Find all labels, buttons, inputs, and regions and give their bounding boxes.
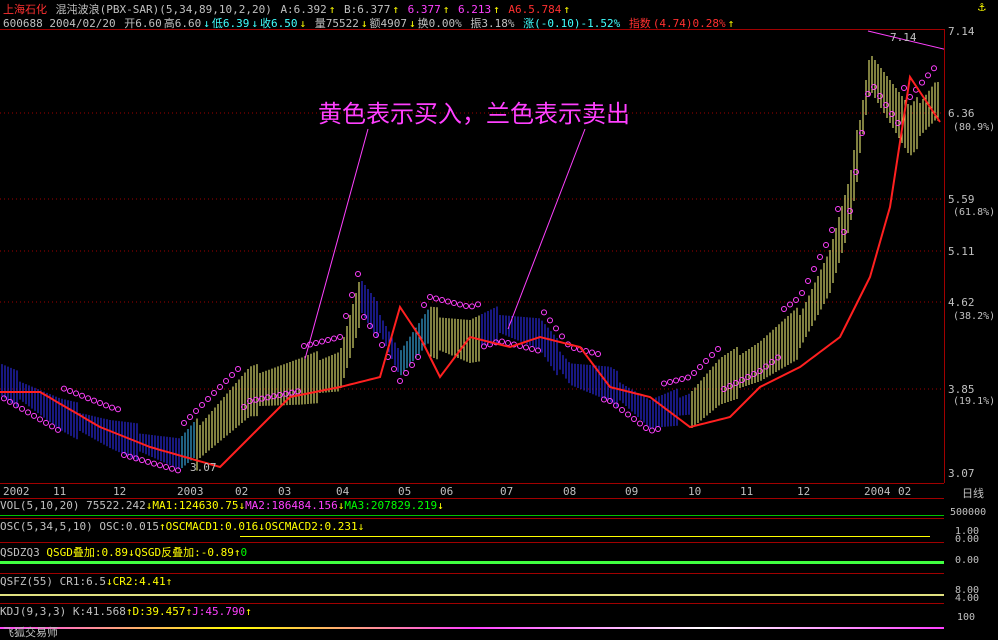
ma1-value: MA1:124630.75 [152, 499, 239, 512]
qsd-axis: 0.00 [955, 555, 980, 566]
ma3-value: MA3:207829.219 [344, 499, 438, 512]
pct-tick: (19.1%) [953, 396, 996, 407]
high-label: 7.14 [890, 31, 917, 44]
time-axis-label: 03 [278, 485, 292, 498]
time-axis-label: 06 [440, 485, 454, 498]
pct-tick: (38.2%) [953, 311, 996, 322]
osc-line [240, 536, 930, 537]
osc-axis: 0.00 [955, 534, 980, 545]
kdj-panel-header: KDJ(9,3,3) K:41.568↑D:39.457↑J:45.790↑ [0, 605, 252, 618]
time-axis-label: 2003 [177, 485, 204, 498]
price-tick: 7.14 [948, 25, 975, 38]
qsd-line [0, 561, 944, 564]
grid-line [0, 573, 944, 574]
low-label: 3.07 [190, 461, 217, 474]
qsfz-panel-header: QSFZ(55) CR1:6.5↓CR2:4.41↑ [0, 575, 173, 588]
vol-baseline [0, 515, 944, 516]
time-axis-label: 2004 [864, 485, 891, 498]
qsd-panel-header: QSDZQ3 QSGD叠加:0.89↓QSGD反叠加:-0.89↑0 [0, 546, 248, 559]
time-axis-label: 12 [797, 485, 811, 498]
grid-line [0, 542, 944, 543]
time-axis-label: 09 [625, 485, 639, 498]
price-tick: 4.62 [948, 296, 975, 309]
kdj-line [0, 627, 944, 629]
time-axis-label: 11 [53, 485, 67, 498]
vol-axis: 500000 [950, 507, 987, 518]
time-axis-label: 12 [113, 485, 127, 498]
annotation-text: 黄色表示买入，兰色表示卖出 [318, 100, 630, 128]
time-axis-label: 02 [898, 485, 912, 498]
grid-line [0, 518, 944, 519]
vol-panel-header: VOL(5,10,20) 75522.242↓MA1:124630.75↓MA2… [0, 499, 444, 512]
anchor-icon[interactable]: ⚓ [978, 0, 986, 15]
footer-brand: 飞狐交易师 [3, 626, 58, 639]
time-axis-label: 11 [740, 485, 754, 498]
time-axis-label: 04 [336, 485, 350, 498]
pct-tick: (80.9%) [953, 122, 996, 133]
price-tick: 3.07 [948, 467, 975, 480]
qsfz-axis: 4.00 [955, 593, 980, 604]
time-axis-label: 02 [235, 485, 249, 498]
kdj-axis: 100 [957, 612, 976, 623]
grid-line [0, 603, 944, 604]
time-axis-label: 07 [500, 485, 514, 498]
time-axis-label: 05 [398, 485, 412, 498]
price-tick: 5.11 [948, 245, 975, 258]
osc-panel-header: OSC(5,34,5,10) OSC:0.015↑OSCMACD1:0.016↓… [0, 520, 365, 533]
price-tick: 3.85 [948, 383, 975, 396]
qsfz-line [0, 594, 944, 596]
grid-line [0, 483, 944, 484]
pct-tick: (61.8%) [953, 207, 996, 218]
time-axis-label: 2002 [3, 485, 30, 498]
price-tick: 5.59 [948, 193, 975, 206]
price-tick: 6.36 [948, 107, 975, 120]
ma2-value: MA2:186484.156 [245, 499, 338, 512]
time-axis-label: 10 [688, 485, 702, 498]
time-axis-label: 08 [563, 485, 577, 498]
period-label[interactable]: 日线 [962, 485, 984, 501]
